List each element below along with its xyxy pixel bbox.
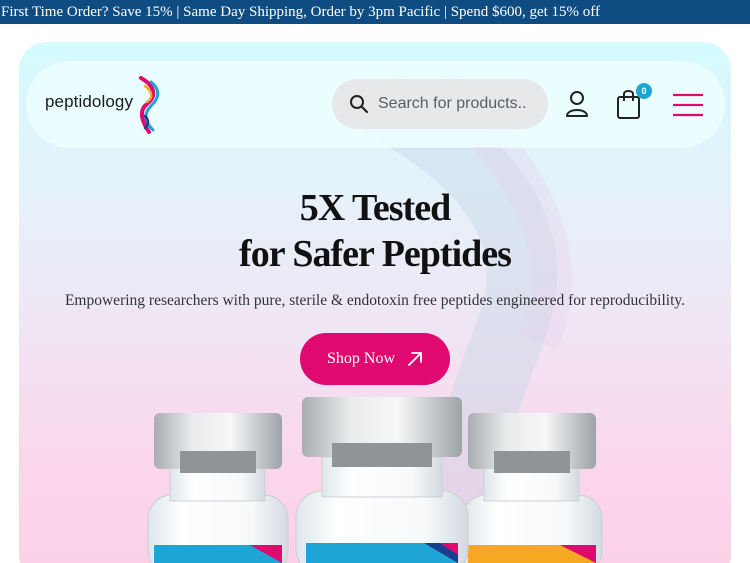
hero-title: 5X Tested (0, 186, 750, 230)
announcement-bar: First Time Order? Save 15% | Same Day Sh… (0, 0, 750, 24)
shop-now-button[interactable]: Shop Now (300, 333, 450, 385)
cart-button[interactable]: 0 (616, 83, 652, 120)
search-box[interactable] (332, 79, 548, 129)
product-vials-image (147, 397, 603, 563)
menu-icon[interactable] (672, 93, 704, 117)
hero-title-line2: for Safer Peptides (239, 233, 512, 275)
announcement-text: First Time Order? Save 15% | Same Day Sh… (1, 4, 600, 20)
cart-count-badge: 0 (636, 83, 652, 99)
search-input[interactable] (378, 79, 538, 129)
shop-now-label: Shop Now (326, 350, 395, 367)
logo[interactable]: peptidology (45, 76, 175, 134)
arrow-up-right-icon (408, 352, 422, 366)
site-header: peptidology 0 (27, 62, 724, 147)
hero-title-prefix: 5X (299, 187, 353, 229)
logo-text: peptidology (45, 92, 134, 111)
logo-mark-icon (139, 76, 160, 134)
hero-title-bold: Tested (352, 187, 451, 229)
hero-subtitle: Empowering researchers with pure, steril… (64, 292, 686, 309)
user-icon[interactable] (565, 90, 589, 118)
search-icon[interactable] (349, 94, 369, 114)
